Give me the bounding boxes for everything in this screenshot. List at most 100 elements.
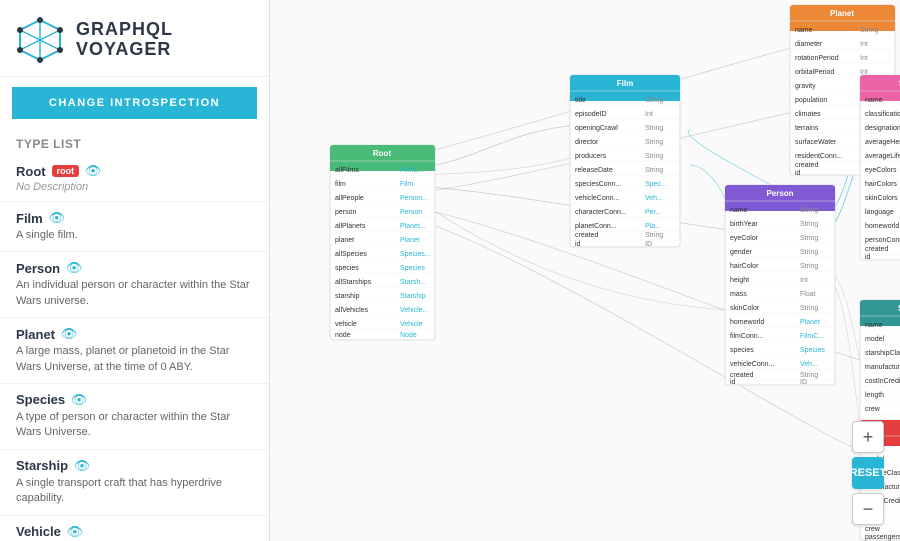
svg-text:designation: designation — [865, 125, 900, 132]
svg-text:Per...: Per... — [645, 209, 661, 216]
svg-text:String: String — [645, 139, 663, 146]
svg-text:String: String — [645, 167, 663, 174]
node-film[interactable]: Film titleString episodeIDInt openingCra… — [570, 75, 680, 248]
planet-description: A large mass, planet or planetoid in the… — [16, 344, 253, 375]
eye-icon-species[interactable]: 👁 — [71, 392, 87, 408]
svg-text:Species: Species — [800, 347, 825, 354]
svg-text:String: String — [800, 372, 818, 379]
svg-text:birthYear: birthYear — [730, 221, 758, 228]
type-item-starship: Starship 👁 A single transport craft that… — [0, 450, 269, 516]
svg-text:starshipClass: starshipClass — [865, 350, 900, 357]
svg-text:Species: Species — [400, 265, 425, 272]
svg-text:allPlanets: allPlanets — [335, 223, 366, 230]
type-item-film: Film 👁 A single film. — [0, 202, 269, 252]
svg-text:title: title — [575, 97, 586, 104]
logo-section: GRAPHQL VOYAGER — [0, 0, 269, 77]
starship-description: A single transport craft that has hyperd… — [16, 476, 253, 507]
svg-text:name: name — [865, 97, 883, 104]
svg-text:Pla...: Pla... — [645, 223, 661, 230]
svg-text:ID: ID — [645, 241, 652, 248]
svg-text:episodeID: episodeID — [575, 111, 607, 118]
svg-text:hairColor: hairColor — [730, 263, 759, 270]
svg-text:Float: Float — [800, 291, 816, 298]
svg-text:Node: Node — [400, 332, 417, 339]
svg-text:created: created — [575, 232, 598, 239]
svg-text:homeworld: homeworld — [730, 319, 764, 326]
svg-text:Planet...: Planet... — [400, 223, 426, 230]
svg-text:skinColor: skinColor — [730, 305, 760, 312]
svg-text:Root: Root — [373, 149, 392, 158]
root-badge: root — [52, 165, 80, 177]
type-name-row-root: Root root 👁 — [16, 163, 253, 179]
type-name-vehicle: Vehicle — [16, 524, 61, 539]
type-list-header: Type List — [0, 129, 269, 155]
svg-text:gender: gender — [730, 249, 752, 256]
svg-text:allFilms: allFilms — [335, 167, 359, 174]
svg-text:String: String — [800, 263, 818, 270]
eye-icon-vehicle[interactable]: 👁 — [67, 524, 83, 540]
svg-text:model: model — [865, 336, 885, 343]
eye-icon-film[interactable]: 👁 — [49, 210, 65, 226]
svg-text:Int: Int — [645, 111, 653, 118]
type-name-row-starship: Starship 👁 — [16, 458, 253, 474]
type-name-person: Person — [16, 261, 60, 276]
zoom-in-button[interactable]: + — [852, 421, 884, 453]
svg-text:residentConn...: residentConn... — [795, 153, 843, 160]
logo-text: GRAPHQL VOYAGER — [76, 20, 173, 60]
svg-text:Film: Film — [400, 181, 413, 188]
svg-text:id: id — [865, 254, 871, 261]
svg-text:speciesConn...: speciesConn... — [575, 181, 621, 188]
svg-text:name: name — [730, 207, 748, 214]
svg-text:surfaceWater: surfaceWater — [795, 139, 837, 146]
svg-text:person: person — [335, 209, 357, 216]
eye-icon-person[interactable]: 👁 — [66, 260, 82, 276]
svg-text:hairColors: hairColors — [865, 181, 897, 188]
svg-text:node: node — [335, 332, 351, 339]
svg-text:crew: crew — [865, 406, 881, 413]
eye-icon-planet[interactable]: 👁 — [61, 326, 77, 342]
type-name-film: Film — [16, 211, 43, 226]
svg-text:Vehicle...: Vehicle... — [400, 307, 428, 314]
type-item-person: Person 👁 An individual person or charact… — [0, 252, 269, 318]
change-introspection-button[interactable]: CHANGE INTROSPECTION — [12, 87, 257, 119]
type-item-root: Root root 👁 No Description — [0, 155, 269, 202]
svg-text:Species...: Species... — [400, 251, 431, 258]
svg-text:vehicle: vehicle — [335, 321, 357, 328]
film-description: A single film. — [16, 228, 253, 243]
svg-text:id: id — [730, 379, 736, 386]
svg-text:averageLifespan: averageLifespan — [865, 153, 900, 160]
svg-text:species: species — [335, 265, 359, 272]
svg-text:eyeColor: eyeColor — [730, 235, 759, 242]
svg-text:Int: Int — [860, 41, 868, 48]
svg-text:mass: mass — [730, 291, 747, 298]
svg-text:allVehicles: allVehicles — [335, 307, 369, 314]
type-item-planet: Planet 👁 A large mass, planet or planeto… — [0, 318, 269, 384]
node-person[interactable]: Person nameString birthYearString eyeCol… — [725, 185, 835, 386]
svg-text:crew: crew — [865, 526, 881, 533]
svg-text:id: id — [795, 170, 801, 177]
type-name-row-vehicle: Vehicle 👁 — [16, 524, 253, 540]
svg-text:String: String — [800, 235, 818, 242]
zoom-out-button[interactable]: − — [852, 493, 884, 525]
reset-button[interactable]: RESET — [852, 457, 884, 489]
eye-icon-starship[interactable]: 👁 — [74, 458, 90, 474]
svg-text:starship: starship — [335, 293, 360, 300]
svg-text:skinColors: skinColors — [865, 195, 898, 202]
svg-text:classification: classification — [865, 111, 900, 118]
svg-text:director: director — [575, 139, 599, 146]
svg-text:Int: Int — [860, 55, 868, 62]
svg-text:eyeColors: eyeColors — [865, 167, 897, 174]
svg-text:length: length — [865, 392, 884, 399]
graph-area[interactable]: Root allFilmsFilmC... filmFilm allPeople… — [270, 0, 900, 541]
svg-text:name: name — [865, 322, 883, 329]
svg-text:FilmC...: FilmC... — [400, 167, 424, 174]
node-species[interactable]: Species nameString classificationString … — [860, 75, 900, 261]
graphql-voyager-logo — [16, 16, 64, 64]
svg-text:language: language — [865, 209, 894, 216]
node-root[interactable]: Root allFilmsFilmC... filmFilm allPeople… — [330, 145, 435, 340]
svg-text:created: created — [865, 246, 888, 253]
type-name-row-film: Film 👁 — [16, 210, 253, 226]
eye-icon-root[interactable]: 👁 — [85, 163, 101, 179]
svg-text:rotationPeriod: rotationPeriod — [795, 55, 839, 62]
svg-text:characterConn...: characterConn... — [575, 209, 627, 216]
